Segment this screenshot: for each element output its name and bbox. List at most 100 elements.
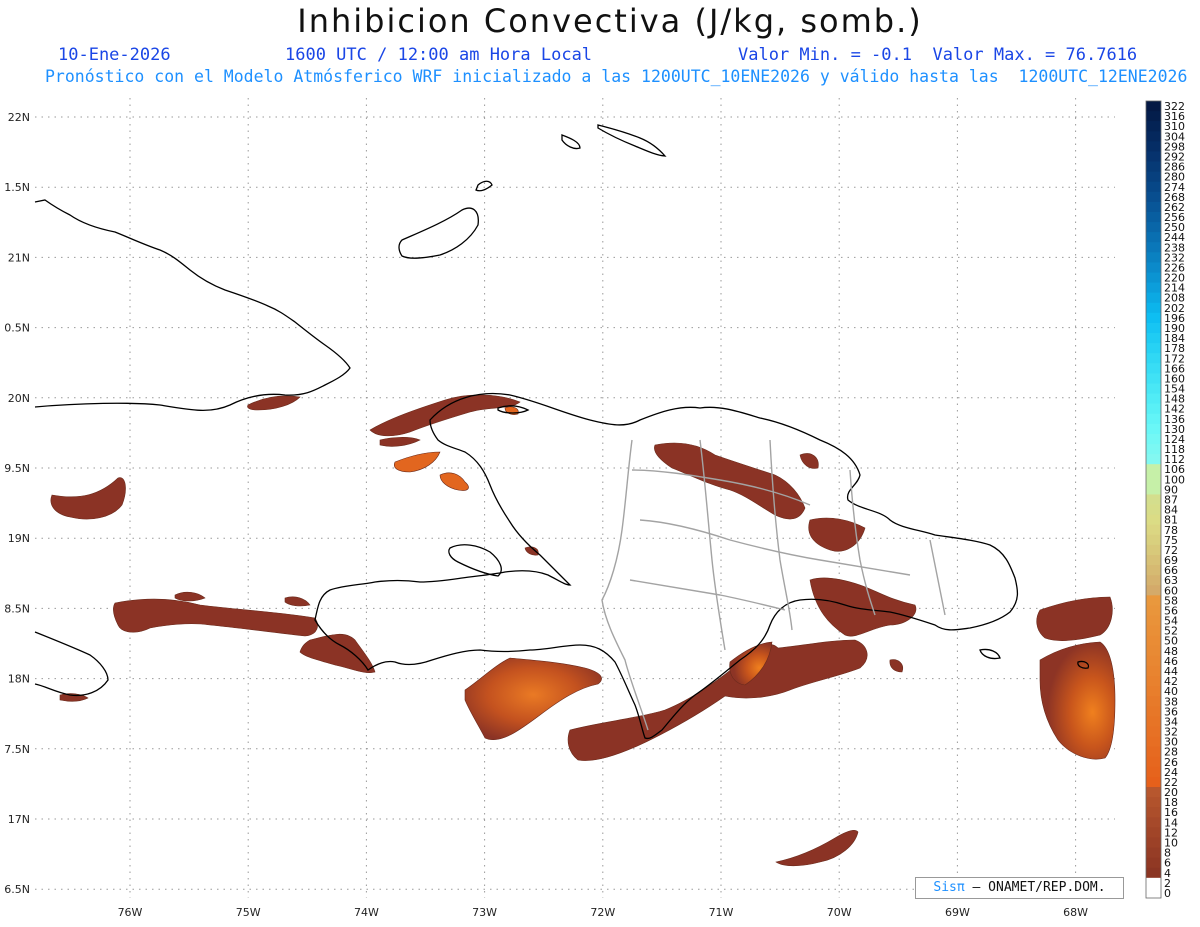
colorbar-swatch [1146,575,1161,586]
colorbar-swatch [1146,353,1161,364]
lat-label: 8.5N [4,602,30,615]
colorbar-swatch [1146,686,1161,697]
colorbar-swatch [1146,312,1161,324]
colorbar-swatch [1146,797,1161,808]
colorbar-swatch [1146,141,1161,152]
colorbar-swatch [1146,746,1161,758]
colorbar-swatch [1146,635,1161,647]
credit-box: Sisπ – ONAMET/REP.DOM. [915,877,1124,899]
colorbar-swatch [1146,292,1161,304]
colorbar-swatch [1146,181,1161,193]
lat-label: 9.5N [4,462,30,475]
colorbar-swatch [1146,887,1161,899]
colorbar-swatch [1146,726,1161,738]
colorbar-swatch [1146,403,1161,415]
colorbar-swatch [1146,433,1161,445]
lat-label: 20N [8,392,30,405]
colorbar-swatch [1146,363,1161,374]
latitude-labels: 22N 1.5N 21N 0.5N 20N 9.5N 19N 8.5N 18N 7.5N 17N 6.… [4,111,30,896]
colorbar-swatch [1146,877,1161,889]
colorbar-swatch [1146,454,1161,465]
colorbar-swatch [1146,211,1161,223]
lat-label: 1.5N [4,181,30,194]
lon-label: 75W [236,906,261,919]
colorbar-swatch [1146,716,1161,727]
colorbar-swatch [1146,373,1161,384]
colorbar-swatch [1146,494,1161,506]
sispi-logo: Sisπ [933,880,965,895]
lat-label: 17N [8,813,30,826]
colorbar-swatch [1146,676,1161,687]
colorbar-swatch [1146,464,1161,475]
colorbar-swatch [1146,222,1161,233]
colorbar-swatch [1146,847,1161,859]
lat-label: 6.5N [4,883,30,896]
colorbar-swatch [1146,242,1161,253]
colorbar-swatch [1146,514,1161,526]
lat-label: 22N [8,111,30,124]
lon-label: 68W [1063,906,1088,919]
colorbar-swatch [1146,776,1161,788]
lat-label: 21N [8,251,30,264]
map-frame [34,97,1116,899]
colorbar-swatch [1146,827,1161,838]
colorbar-swatch [1146,444,1161,455]
colorbar-swatch [1146,807,1161,818]
colorbar-swatch [1146,161,1161,173]
colorbar-swatch [1146,101,1161,112]
colorbar-swatch [1146,232,1161,243]
colorbar-swatch [1146,131,1161,142]
colorbar-swatch [1146,534,1161,546]
colorbar-swatch [1146,272,1161,284]
colorbar-swatch [1146,343,1161,354]
colorbar-swatch [1146,393,1161,405]
colorbar-swatch [1146,474,1161,485]
colorbar-swatch [1146,645,1161,657]
lat-label: 18N [8,673,30,686]
colorbar-swatch [1146,817,1161,828]
lat-label: 7.5N [4,743,30,756]
colorbar-swatch [1146,201,1161,213]
colorbar-swatch [1146,252,1161,263]
lon-label: 76W [118,906,143,919]
colorbar-swatch [1146,524,1161,536]
colorbar-swatch [1146,282,1161,294]
lon-label: 70W [827,906,852,919]
lon-label: 73W [472,906,497,919]
colorbar-swatch [1146,605,1161,617]
colorbar-swatch [1146,191,1161,203]
colorbar-swatch [1146,151,1161,163]
colorbar-swatch [1146,322,1161,334]
colorbar-swatch [1146,655,1161,667]
cin-map: 22N 1.5N 21N 0.5N 20N 9.5N 19N 8.5N 18N 7.5N 17N 6.… [4,97,1185,919]
colorbar-swatch [1146,423,1161,435]
colorbar-swatch [1146,504,1161,516]
colorbar-swatch [1146,111,1161,122]
colorbar-swatch [1146,302,1161,314]
longitude-labels: 76W 75W 74W 73W 72W 71W 70W 69W 68W [118,906,1089,919]
colorbar-label: 0 [1164,887,1171,900]
colorbar-swatch [1146,333,1161,344]
colorbar-swatch [1146,595,1161,606]
colorbar-swatch [1146,615,1161,627]
colorbar-swatch [1146,585,1161,596]
colorbar-swatch [1146,565,1161,576]
colorbar-swatch [1146,736,1161,748]
lon-label: 71W [709,906,734,919]
colorbar: 3223163103042982922862802742682622562502… [1145,100,1185,900]
colorbar-swatch [1146,544,1161,556]
colorbar-swatch [1146,121,1161,132]
colorbar-swatch [1146,706,1161,717]
colorbar-swatch [1146,787,1161,798]
colorbar-swatch [1146,696,1161,707]
colorbar-swatch [1146,554,1161,566]
lon-label: 74W [354,906,379,919]
colorbar-swatch [1146,837,1161,849]
colorbar-swatch [1146,383,1161,395]
colorbar-swatch [1146,867,1161,879]
colorbar-swatch [1146,413,1161,425]
colorbar-swatch [1146,262,1161,274]
colorbar-swatch [1146,756,1161,768]
lon-label: 72W [590,906,615,919]
lon-label: 69W [945,906,970,919]
